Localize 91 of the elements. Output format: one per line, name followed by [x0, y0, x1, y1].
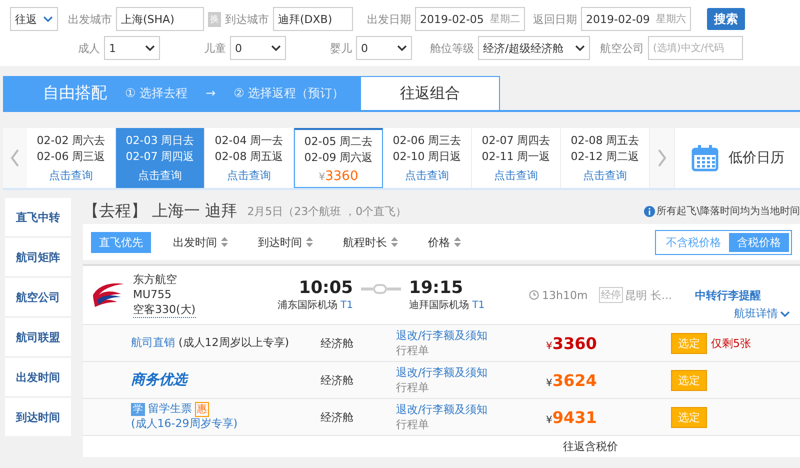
departure-time: 10:05 — [298, 278, 353, 298]
itinerary-label: 行程单 — [396, 343, 430, 358]
cabin-select[interactable]: 经济/超级经济舱 — [478, 36, 590, 60]
tab-label: 自由搭配 — [43, 82, 107, 104]
round-trip-tax-note: 往返含税价 — [563, 439, 618, 454]
aircraft-type[interactable]: 空客330(大) — [133, 302, 196, 318]
departure-airport: 浦东国际机场 T1 — [277, 298, 353, 312]
route-title: 【去程】 上海一 迪拜 — [83, 200, 238, 222]
flight-summary: 2月5日（23个航班 ，0个直飞） — [247, 204, 407, 218]
airline-logo — [91, 282, 125, 308]
from-city-field[interactable]: 上海(SHA) — [116, 7, 204, 31]
search-button[interactable]: 搜索 — [707, 8, 745, 30]
discount-tag: 惠 — [195, 402, 209, 418]
airline-label: 航空公司 — [600, 40, 644, 56]
depart-date-field[interactable]: 2019-02-05 星期二 — [415, 7, 525, 31]
sort-option[interactable]: 到达时间 — [250, 232, 321, 252]
chevron-down-icon — [780, 308, 790, 318]
cabin-class: 经济舱 — [320, 372, 354, 388]
route-arrow-icon — [361, 284, 401, 294]
date-option[interactable]: 02-05 周二去 02-09 周六返 ¥3360 — [294, 128, 383, 188]
filter-tab[interactable]: 到达时间 — [5, 398, 71, 436]
airline-name: 东方航空 — [133, 272, 178, 287]
chevron-down-icon — [397, 43, 407, 53]
sort-option[interactable]: 航程时长 — [335, 232, 406, 252]
step-label: ② 选择返程（预订） — [234, 84, 344, 102]
flight-details-link[interactable]: 航班详情 — [734, 306, 790, 321]
return-date-label: 返回日期 — [533, 12, 577, 26]
cabin-label: 舱位等级 — [430, 40, 474, 56]
fare-price: ¥3624 — [546, 370, 598, 390]
calendar-icon — [690, 144, 718, 172]
sort-icon — [454, 237, 461, 247]
to-label: 到达城市 — [225, 12, 269, 26]
passenger-label: 成人 — [78, 40, 100, 56]
cabin-class: 经济舱 — [320, 336, 354, 350]
fare-product-note: (成人16-29周岁专享) — [131, 417, 238, 432]
step-label: ① 选择去程 — [125, 84, 188, 102]
fare-price: ¥9431 — [546, 408, 598, 426]
seats-left-note: 仅剩5张 — [711, 336, 751, 350]
passenger-label: 婴儿 — [330, 40, 352, 56]
chevron-down-icon — [575, 43, 585, 53]
itinerary-label: 行程单 — [396, 380, 430, 395]
fare-price: ¥3360 — [546, 334, 598, 352]
stopover-tag: 经停 — [599, 287, 623, 303]
baggage-reminder-link[interactable]: 中转行李提醒 — [695, 288, 761, 302]
chevron-down-icon — [271, 43, 281, 53]
cabin-class: 经济舱 — [320, 410, 354, 424]
passenger-select[interactable]: 0 — [356, 36, 412, 60]
info-icon — [644, 206, 655, 216]
business-select-logo: 商务优选 — [131, 370, 187, 390]
passenger-select[interactable]: 0 — [230, 36, 286, 60]
filter-tab[interactable]: 直飞中转 — [5, 198, 71, 236]
next-button[interactable] — [650, 128, 674, 188]
local-time-note: 所有起飞\降落时间均为当地时间 — [656, 204, 800, 218]
round-trip-tab[interactable]: 往返组合 — [360, 76, 500, 110]
date-option[interactable]: 02-03 周日去 02-07 周四返 点击查询 — [116, 128, 205, 188]
passenger-select[interactable]: 1 — [104, 36, 160, 60]
fare-product-link[interactable]: 航司直销 — [131, 336, 175, 349]
sort-icon — [391, 237, 398, 247]
flight-duration: 13h10m — [542, 288, 588, 302]
flight-number: MU755 — [133, 288, 173, 301]
fare-rules-link[interactable]: 退改/行李额及须知 — [396, 402, 546, 417]
from-label: 出发城市 — [68, 12, 112, 26]
sort-icon — [306, 237, 313, 247]
filter-tab[interactable]: 航司矩阵 — [5, 238, 71, 276]
stopover-city: 昆明 长... — [625, 288, 673, 302]
filter-tab[interactable]: 航司联盟 — [5, 318, 71, 356]
fare-rules-link[interactable]: 退改/行李额及须知 — [396, 365, 546, 380]
sort-option[interactable]: 价格 — [420, 232, 469, 252]
fare-product-name[interactable]: 留学生票 — [148, 402, 192, 417]
fare-rules-link[interactable]: 退改/行李额及须知 — [396, 328, 546, 343]
arrival-time: 19:15 — [409, 278, 464, 298]
step-label: → — [206, 86, 216, 100]
return-date-field[interactable]: 2019-02-09 星期六 — [581, 7, 691, 31]
fare-product: 航司直销 (成人12周岁以上专享) — [131, 336, 290, 350]
filter-tab[interactable]: 出发时间 — [5, 358, 71, 396]
chevron-down-icon — [43, 14, 53, 24]
depart-date-label: 出发日期 — [367, 12, 411, 26]
chevron-left-icon — [10, 149, 20, 167]
filter-tab[interactable]: 航空公司 — [5, 278, 71, 316]
sort-icon — [221, 237, 228, 247]
chevron-right-icon — [657, 149, 667, 167]
arrival-airport: 迪拜国际机场 T1 — [409, 298, 485, 312]
trip-type-select[interactable]: 往返 — [10, 7, 58, 31]
clock-icon — [529, 290, 539, 300]
itinerary-label: 行程单 — [396, 417, 430, 432]
previous-button[interactable] — [3, 128, 27, 188]
sort-option[interactable]: 出发时间 — [165, 232, 236, 252]
chevron-down-icon — [145, 43, 155, 53]
passenger-label: 儿童 — [204, 40, 226, 56]
to-city-field[interactable]: 迪拜(DXB) — [273, 7, 353, 31]
student-badge: 学 — [131, 402, 145, 416]
